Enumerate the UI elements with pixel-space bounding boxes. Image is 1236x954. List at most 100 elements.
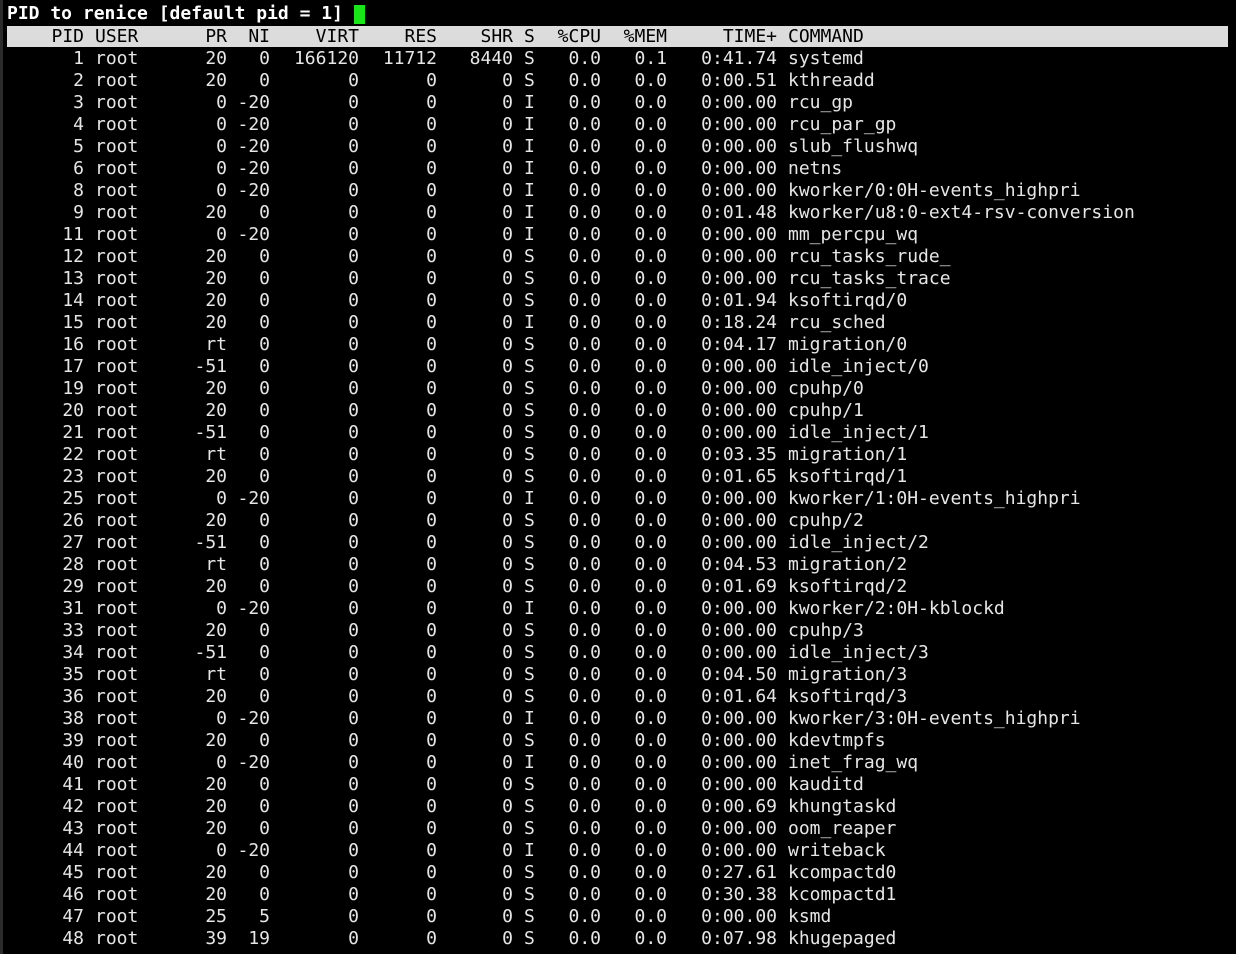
res-cell: 0 (426, 180, 437, 201)
user-cell: root (95, 48, 139, 69)
priority-cell: -51 (194, 356, 227, 377)
user-cell: root (95, 708, 139, 729)
state-cell: S (524, 268, 535, 289)
command-cell: ksmd (788, 906, 832, 927)
pid-cell: 23 (62, 466, 84, 487)
cpu-cell: 0.0 (568, 532, 601, 553)
mem-cell: 0.0 (634, 378, 667, 399)
terminal-window[interactable]: PID to renice [default pid = 1] PID USER… (0, 0, 1236, 954)
mem-cell: 0.0 (634, 400, 667, 421)
virt-cell: 0 (348, 840, 359, 861)
shr-cell: 0 (502, 268, 513, 289)
shr-cell: 0 (502, 818, 513, 839)
shr-cell: 0 (502, 180, 513, 201)
priority-cell: 20 (205, 686, 227, 707)
nice-cell: 0 (259, 422, 270, 443)
priority-cell: 0 (216, 840, 227, 861)
user-cell: root (95, 136, 139, 157)
virt-cell: 0 (348, 554, 359, 575)
time-cell: 0:00.00 (701, 136, 777, 157)
process-row: 46 root 20 0 0 0 0 S 0.0 0.0 0:30.38 kcompactd1 (7, 884, 1228, 906)
nice-cell: 0 (259, 642, 270, 663)
user-cell: root (95, 268, 139, 289)
pid-cell: 35 (62, 664, 84, 685)
nice-cell: -20 (237, 708, 270, 729)
priority-cell: rt (205, 334, 227, 355)
shr-cell: 0 (502, 422, 513, 443)
pid-cell: 45 (62, 862, 84, 883)
res-cell: 0 (426, 664, 437, 685)
command-cell: kthreadd (788, 70, 875, 91)
command-cell: kworker/0:0H-events_highpri (788, 180, 1081, 201)
time-cell: 0:00.69 (701, 796, 777, 817)
res-cell: 11712 (382, 48, 437, 69)
column-header-command: COMMAND (788, 26, 864, 47)
res-cell: 0 (426, 356, 437, 377)
mem-cell: 0.0 (634, 730, 667, 751)
cpu-cell: 0.0 (568, 48, 601, 69)
renice-prompt[interactable]: PID to renice [default pid = 1] (7, 3, 365, 25)
cpu-cell: 0.0 (568, 202, 601, 223)
time-cell: 0:01.64 (701, 686, 777, 707)
command-cell: kcompactd0 (788, 862, 897, 883)
user-cell: root (95, 642, 139, 663)
process-row: 14 root 20 0 0 0 0 S 0.0 0.0 0:01.94 ksoftirqd/0 (7, 290, 1228, 312)
priority-cell: 0 (216, 224, 227, 245)
command-cell: khungtaskd (788, 796, 897, 817)
time-cell: 0:00.00 (701, 488, 777, 509)
time-cell: 0:00.00 (701, 422, 777, 443)
priority-cell: rt (205, 554, 227, 575)
process-row: 21 root -51 0 0 0 0 S 0.0 0.0 0:00.00 idle_inject/1 (7, 422, 1228, 444)
nice-cell: 0 (259, 70, 270, 91)
shr-cell: 0 (502, 708, 513, 729)
state-cell: S (524, 554, 535, 575)
time-cell: 0:00.00 (701, 620, 777, 641)
cpu-cell: 0.0 (568, 312, 601, 333)
nice-cell: 0 (259, 246, 270, 267)
time-cell: 0:00.00 (701, 224, 777, 245)
shr-cell: 0 (502, 840, 513, 861)
time-cell: 0:00.51 (701, 70, 777, 91)
virt-cell: 0 (348, 664, 359, 685)
text-cursor[interactable] (353, 4, 365, 24)
command-cell: writeback (788, 840, 886, 861)
user-cell: root (95, 686, 139, 707)
virt-cell: 0 (348, 884, 359, 905)
user-cell: root (95, 576, 139, 597)
pid-cell: 27 (62, 532, 84, 553)
shr-cell: 0 (502, 928, 513, 949)
priority-cell: 20 (205, 312, 227, 333)
process-row: 26 root 20 0 0 0 0 S 0.0 0.0 0:00.00 cpuhp/2 (7, 510, 1228, 532)
nice-cell: -20 (237, 92, 270, 113)
nice-cell: 0 (259, 510, 270, 531)
command-cell: rcu_sched (788, 312, 886, 333)
virt-cell: 0 (348, 620, 359, 641)
command-cell: cpuhp/1 (788, 400, 864, 421)
res-cell: 0 (426, 422, 437, 443)
virt-cell: 0 (348, 466, 359, 487)
command-cell: inet_frag_wq (788, 752, 919, 773)
cpu-cell: 0.0 (568, 884, 601, 905)
pid-cell: 26 (62, 510, 84, 531)
command-cell: idle_inject/0 (788, 356, 929, 377)
pid-cell: 40 (62, 752, 84, 773)
time-cell: 0:01.94 (701, 290, 777, 311)
time-cell: 0:00.00 (701, 114, 777, 135)
column-header-state: S (524, 26, 535, 47)
process-row: 34 root -51 0 0 0 0 S 0.0 0.0 0:00.00 idle_inject/3 (7, 642, 1228, 664)
res-cell: 0 (426, 730, 437, 751)
process-row: 38 root 0 -20 0 0 0 I 0.0 0.0 0:00.00 kworker/3:0H-… (7, 708, 1228, 730)
nice-cell: 19 (248, 928, 270, 949)
column-header-mem: %MEM (623, 26, 667, 47)
process-row: 33 root 20 0 0 0 0 S 0.0 0.0 0:00.00 cpuhp/3 (7, 620, 1228, 642)
command-cell: rcu_tasks_trace (788, 268, 951, 289)
virt-cell: 0 (348, 136, 359, 157)
column-header-user: USER (95, 26, 139, 47)
res-cell: 0 (426, 642, 437, 663)
pid-cell: 44 (62, 840, 84, 861)
process-row: 13 root 20 0 0 0 0 S 0.0 0.0 0:00.00 rcu_tasks_trac… (7, 268, 1228, 290)
priority-cell: 20 (205, 576, 227, 597)
nice-cell: 0 (259, 532, 270, 553)
nice-cell: -20 (237, 136, 270, 157)
pid-cell: 5 (73, 136, 84, 157)
